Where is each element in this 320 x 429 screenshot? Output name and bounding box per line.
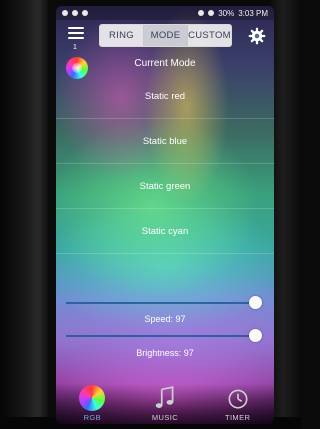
mode-item-static-red[interactable]: Static red	[56, 74, 274, 119]
app-top-bar: 1 RING MODE CUSTOM	[56, 22, 274, 52]
current-mode-title: Current Mode	[134, 58, 196, 69]
nav-timer[interactable]: TIMER	[208, 385, 268, 422]
phone-bezel-right	[271, 0, 301, 429]
wifi-icon	[208, 10, 215, 16]
tab-ring[interactable]: RING	[100, 25, 144, 46]
color-wheel-icon	[79, 385, 106, 411]
speed-label: Speed: 97	[144, 314, 186, 324]
tab-mode[interactable]: MODE	[144, 25, 188, 46]
mode-tabs: RING MODE CUSTOM	[99, 24, 232, 47]
status-bar: 30% 3:03 PM	[56, 6, 274, 20]
timer-icon	[228, 389, 248, 409]
speed-slider-thumb[interactable]	[249, 296, 262, 309]
speed-slider[interactable]	[66, 296, 268, 310]
mode-item-static-blue[interactable]: Static blue	[56, 119, 274, 164]
nav-rgb[interactable]: RGB	[62, 385, 122, 422]
gear-icon[interactable]	[248, 27, 266, 45]
brightness-slider-track	[66, 335, 260, 337]
mode-list: Static red Static blue Static green Stat…	[56, 74, 274, 254]
brightness-label: Brightness: 97	[136, 348, 194, 358]
nav-music[interactable]: MUSIC	[135, 385, 195, 422]
menu-icon[interactable]	[68, 27, 84, 45]
brightness-slider[interactable]	[66, 329, 268, 343]
location-icon	[198, 10, 205, 16]
menu-badge: 1	[73, 44, 77, 51]
battery-level: 30%	[218, 8, 235, 18]
photo-frame: 30% 3:03 PM 1 RING MODE CUSTOM Current M…	[0, 0, 301, 429]
brightness-slider-thumb[interactable]	[249, 329, 262, 342]
system-status: 30% 3:03 PM	[198, 9, 268, 18]
speed-slider-track	[66, 302, 260, 304]
notification-icon	[62, 10, 68, 16]
mode-item-static-cyan[interactable]: Static cyan	[56, 209, 274, 254]
clock: 3:03 PM	[238, 8, 268, 18]
bottom-nav: RGB MUSIC TIMER	[56, 384, 274, 424]
notification-icons	[62, 10, 88, 16]
notification-icon	[72, 10, 78, 16]
nav-music-label: MUSIC	[151, 413, 179, 422]
tab-custom[interactable]: CUSTOM	[188, 25, 231, 46]
phone-screen: 30% 3:03 PM 1 RING MODE CUSTOM Current M…	[56, 6, 274, 424]
notification-icon	[82, 10, 88, 16]
music-note-icon	[155, 386, 174, 408]
phone-bezel-left	[0, 0, 48, 429]
nav-rgb-label: RGB	[83, 413, 102, 422]
mode-item-static-green[interactable]: Static green	[56, 164, 274, 209]
nav-timer-label: TIMER	[224, 413, 251, 422]
